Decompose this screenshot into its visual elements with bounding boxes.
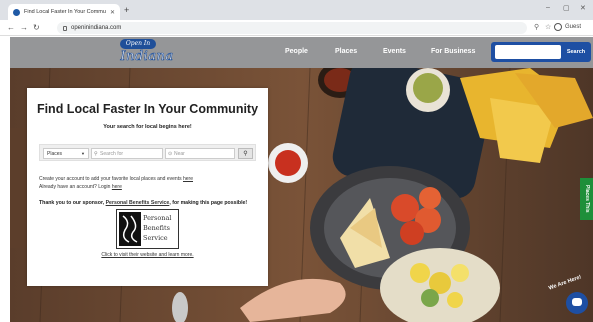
chevron-down-icon: ▼ (81, 151, 85, 156)
browser-tab[interactable]: Find Local Faster In Your Commu ✕ (8, 4, 120, 20)
address-bar: ← → ↻ openinindiana.com ⚲ ☆ Guest (0, 20, 593, 36)
minimize-icon[interactable]: – (546, 4, 550, 11)
create-account-text: Create your account to add your favorite… (39, 176, 193, 182)
create-account-label: Create your account to add your favorite… (39, 176, 182, 182)
category-select-value: Places (47, 151, 63, 157)
close-window-icon[interactable]: ✕ (580, 4, 586, 12)
visit-sponsor-link[interactable]: Click to visit their website and learn m… (27, 252, 268, 258)
nav-places[interactable]: Places (335, 48, 357, 55)
search-icon: ⚲ (94, 151, 98, 157)
profile-button[interactable]: Guest (554, 23, 581, 31)
sponsor-logo-line: Benefits (143, 224, 170, 232)
search-for-placeholder: Search for (100, 151, 124, 157)
sponsor-link[interactable]: Personal Benefits Service (106, 200, 170, 206)
header-search: Search (491, 42, 591, 62)
category-select[interactable]: Places ▼ (43, 148, 89, 159)
side-feedback-tab[interactable]: Places This (580, 178, 593, 220)
search-filter-bar: Places ▼ ⚲ Search for ⊙ Near ⚲ (39, 144, 256, 161)
site-header: Open In Indiana People Places Events For… (10, 37, 593, 68)
near-placeholder: Near (174, 151, 185, 157)
maximize-icon[interactable]: ▢ (563, 4, 570, 12)
nav-events[interactable]: Events (383, 48, 406, 55)
sponsor-logo-line: Service (143, 234, 168, 242)
sponsor-logo[interactable]: Personal Benefits Service (116, 209, 179, 249)
browser-window: Find Local Faster In Your Commu ✕ + – ▢ … (0, 0, 593, 322)
profile-label: Guest (565, 24, 582, 30)
sponsor-suffix: , for making this page possible! (169, 200, 248, 206)
card-subtitle: Your search for local begins here! (103, 124, 192, 130)
sponsor-mark-icon (119, 212, 141, 246)
sponsor-logo-text: Personal Benefits Service (143, 213, 171, 243)
tab-title: Find Local Faster In Your Commu (24, 9, 106, 15)
filter-search-button[interactable]: ⚲ (238, 148, 253, 159)
forward-icon[interactable]: → (20, 22, 28, 34)
chat-icon (572, 298, 582, 306)
create-account-link[interactable]: here (183, 176, 193, 182)
nav-people[interactable]: People (285, 48, 308, 55)
tab-strip: Find Local Faster In Your Commu ✕ + – ▢ … (0, 0, 593, 20)
header-search-input[interactable] (495, 45, 561, 59)
new-tab-icon[interactable]: + (124, 5, 129, 15)
login-link[interactable]: here (112, 184, 122, 190)
login-label: Already have an account? Login (39, 184, 111, 190)
site-favicon-icon (13, 8, 20, 16)
logo-word-text: Indiana (120, 49, 174, 65)
search-icon: ⚲ (243, 151, 248, 157)
sponsor-text: Thank you to our sponsor, Personal Benef… (39, 200, 247, 206)
header-search-button[interactable]: Search (563, 45, 589, 59)
chat-button[interactable] (566, 292, 588, 314)
location-icon: ⊙ (168, 151, 173, 157)
back-icon[interactable]: ← (7, 22, 15, 34)
reload-icon[interactable]: ↻ (33, 22, 40, 34)
search-card: Find Local Faster In Your Community Your… (27, 88, 268, 286)
close-tab-icon[interactable]: ✕ (110, 9, 115, 16)
zoom-icon[interactable]: ⚲ (534, 23, 539, 31)
near-input[interactable]: ⊙ Near (165, 148, 235, 159)
lock-icon (63, 25, 67, 31)
sponsor-prefix: Thank you to our sponsor, (39, 200, 105, 206)
search-for-input[interactable]: ⚲ Search for (91, 148, 163, 159)
url-text: openinindiana.com (71, 25, 122, 31)
url-field[interactable]: openinindiana.com (57, 22, 527, 34)
nav-for-business[interactable]: For Business (431, 48, 475, 55)
sponsor-logo-line: Personal (143, 214, 172, 222)
card-title: Find Local Faster In Your Community (36, 102, 259, 116)
bookmark-star-icon[interactable]: ☆ (545, 23, 551, 31)
avatar-icon (554, 23, 562, 31)
site-logo[interactable]: Open In Indiana (114, 39, 180, 66)
login-text: Already have an account? Login here (39, 184, 122, 190)
